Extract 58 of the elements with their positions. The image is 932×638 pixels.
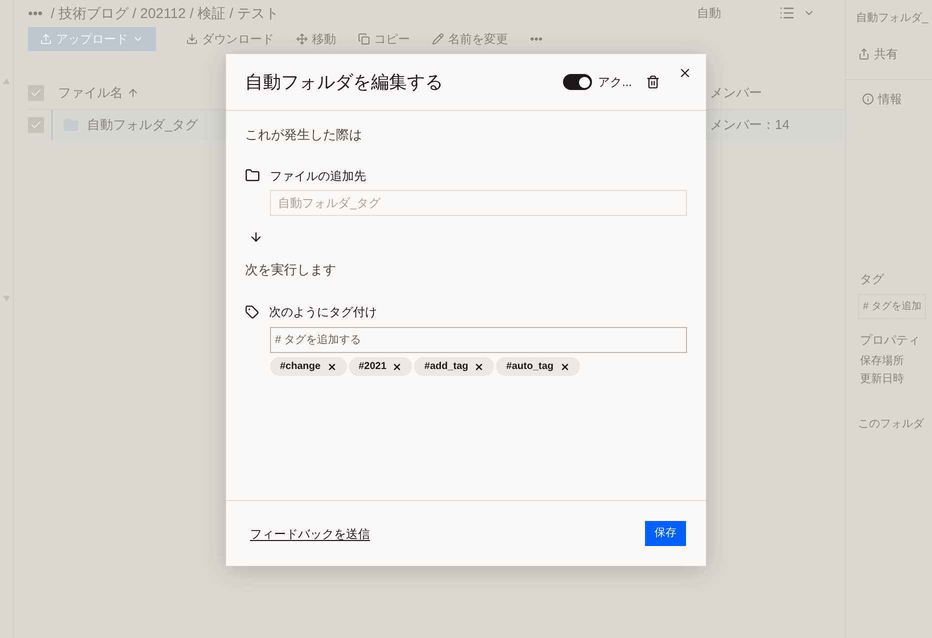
info-tab[interactable]: 情報 bbox=[862, 90, 902, 108]
remove-tag-button[interactable] bbox=[474, 362, 484, 372]
share-button[interactable]: 共有 bbox=[858, 40, 898, 66]
trigger-heading: これが発生した際は bbox=[245, 126, 363, 144]
download-button[interactable]: ダウンロード bbox=[186, 30, 274, 48]
info-icon bbox=[862, 92, 874, 104]
feedback-link[interactable]: フィードバックを送信 bbox=[250, 524, 370, 542]
column-header[interactable]: メンバー bbox=[710, 82, 790, 102]
dialog-title: 自動フォルダを編集する bbox=[245, 70, 443, 94]
active-toggle[interactable] bbox=[562, 74, 592, 90]
move-icon bbox=[296, 33, 308, 45]
sort-mode[interactable]: 自動 bbox=[697, 4, 721, 22]
tag-icon bbox=[245, 305, 259, 319]
share-icon bbox=[858, 48, 870, 60]
column-header[interactable]: ファイル名 bbox=[58, 82, 123, 102]
property-label: 更新日時 bbox=[859, 372, 904, 387]
select-all-checkbox[interactable] bbox=[28, 84, 44, 100]
panel-title: 自動フォルダ_ bbox=[855, 11, 928, 26]
list-view-icon[interactable] bbox=[779, 5, 795, 21]
more-button[interactable]: ••• bbox=[530, 30, 543, 48]
tag-field[interactable]: # タグを追加 bbox=[858, 294, 926, 318]
rename-icon bbox=[432, 33, 444, 45]
remove-tag-button[interactable] bbox=[392, 362, 402, 372]
folder-note: このフォルダ bbox=[857, 416, 924, 432]
check-icon bbox=[30, 86, 42, 98]
properties-heading: プロパティ bbox=[859, 332, 920, 348]
tag-text: #auto_tag bbox=[506, 360, 554, 374]
breadcrumb-path: / 技術ブログ / 202112 / 検証 / テスト bbox=[50, 4, 280, 22]
folder-icon bbox=[245, 168, 260, 183]
remove-tag-button[interactable] bbox=[326, 362, 337, 372]
destination-label: ファイルの追加先 bbox=[270, 168, 366, 184]
action-heading: 次を実行します bbox=[245, 260, 337, 278]
active-label: アク... bbox=[598, 74, 632, 91]
rename-button[interactable]: 名前を変更 bbox=[432, 30, 508, 48]
copy-icon bbox=[358, 33, 370, 45]
check-icon bbox=[30, 119, 42, 131]
destination-field[interactable]: 自動フォルダ_タグ bbox=[270, 190, 687, 216]
tags-label: タグ bbox=[859, 270, 884, 288]
property-label: 保存場所 bbox=[859, 354, 904, 368]
more-breadcrumb[interactable]: ••• bbox=[28, 2, 43, 24]
delete-button[interactable] bbox=[646, 75, 660, 89]
tag-text: #2021 bbox=[358, 360, 386, 374]
move-button[interactable]: 移動 bbox=[296, 30, 336, 48]
upload-icon bbox=[40, 33, 52, 45]
tag-field[interactable]: # タグを追加する bbox=[270, 327, 687, 353]
close-button[interactable] bbox=[678, 66, 692, 80]
file-name: 自動フォルダ_タグ bbox=[87, 116, 198, 134]
tag-label: 次のようにタグ付け bbox=[269, 304, 377, 321]
remove-tag-button[interactable] bbox=[560, 362, 570, 372]
arrow-down-icon bbox=[249, 230, 263, 244]
member-count: メンバー：14 bbox=[710, 116, 790, 134]
download-icon bbox=[186, 33, 198, 45]
tag-text: #change bbox=[280, 360, 321, 374]
save-button[interactable]: 保存 bbox=[645, 521, 686, 546]
sort-arrow-icon[interactable] bbox=[127, 86, 139, 98]
row-checkbox[interactable] bbox=[28, 117, 44, 133]
copy-button[interactable]: コピー bbox=[358, 30, 410, 48]
tag-text: #add_tag bbox=[424, 360, 468, 374]
